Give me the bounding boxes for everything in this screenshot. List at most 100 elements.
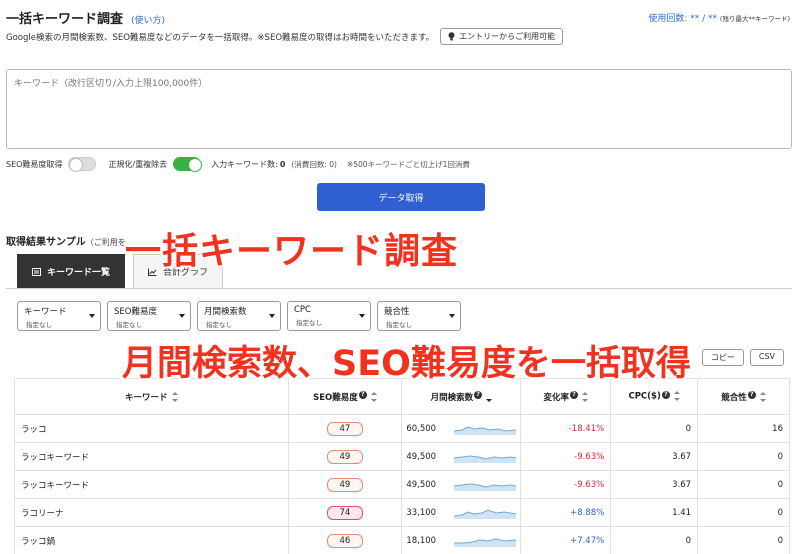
filter-sub: 指定なし (26, 321, 52, 329)
filter-seo[interactable]: SEO難易度 指定なし (107, 301, 191, 331)
seo-badge: 46 (326, 533, 363, 548)
description-row: Google検索の月間検索数、SEO難易度などのデータを一括取得。※SEO難易度… (6, 28, 564, 45)
chevron-down-icon (359, 314, 365, 318)
cell-volume: 49,500 (406, 479, 437, 490)
cell-cpc: 3.67 (610, 442, 699, 471)
sparkline (454, 454, 517, 463)
overlay-subline: 月間検索数、SEO難易度を一括取得 (122, 344, 691, 384)
usage-label: 使用回数: ** / ** (648, 14, 718, 24)
cell-cpc: 0 (610, 526, 699, 554)
keyword-input[interactable] (6, 69, 792, 149)
cell-competition: 0 (697, 526, 790, 554)
cell-cpc: 0 (610, 414, 699, 443)
cell-volume: 33,100 (406, 507, 437, 518)
consume-note: ※500キーワードごと切上げ1回消費 (346, 159, 470, 169)
seo-badge: 47 (326, 421, 363, 436)
tab-keyword-list[interactable]: キーワード一覧 (17, 254, 126, 288)
cell-keyword: ラッコ鍋 (14, 526, 289, 554)
cell-volume: 18,100 (406, 535, 437, 546)
entry-button[interactable]: エントリーからご利用可能 (440, 28, 564, 45)
lightbulb-icon (448, 32, 455, 41)
sort-icon (673, 391, 680, 402)
filter-row: キーワード 指定なし SEO難易度 指定なし 月間検索数 指定なし CPC 指定… (17, 301, 461, 331)
cell-keyword: ラコリーナ (14, 498, 289, 527)
input-count-label: 入力キーワード数: (211, 159, 278, 169)
filter-sub: 指定なし (296, 319, 322, 327)
get-data-button[interactable]: データ取得 (317, 183, 485, 211)
filter-label: SEO難易度 (114, 307, 157, 317)
filter-label: CPC (294, 305, 311, 315)
consume-label: (消費回数: 0) (291, 159, 337, 169)
cell-volume: 49,500 (406, 451, 437, 462)
description-text: Google検索の月間検索数、SEO難易度などのデータを一括取得。※SEO難易度… (6, 32, 435, 43)
table-row: ラコリーナ 74 33,100 +8.88% 1.41 0 (14, 498, 790, 527)
cell-competition: 0 (697, 470, 790, 499)
cell-competition: 0 (697, 498, 790, 527)
col-header-competition[interactable]: 競合性? (697, 378, 790, 415)
filter-label: 競合性 (384, 307, 410, 317)
table-tools: コピー CSV (701, 349, 784, 366)
filter-volume[interactable]: 月間検索数 指定なし (197, 301, 281, 331)
filter-keyword[interactable]: キーワード 指定なし (17, 301, 101, 331)
table-row: ラッコキーワード 49 49,500 -9.63% 3.67 0 (14, 470, 790, 499)
help-icon[interactable]: ? (474, 390, 483, 399)
cell-competition: 16 (697, 414, 790, 443)
filter-label: キーワード (24, 307, 67, 317)
filter-sub: 指定なし (116, 321, 142, 329)
results-table: キーワード SEO難易度? 月間検索数? 変化率? CPC($)? 競合性? ラ… (14, 378, 790, 554)
chevron-down-icon (179, 314, 185, 318)
filter-sub: 指定なし (206, 321, 232, 329)
usage-note: (残り最大**キーワード) (719, 15, 790, 23)
copy-button[interactable]: コピー (701, 349, 744, 366)
normalize-toggle-label: 正規化/重複除去 (108, 159, 168, 169)
list-icon (32, 267, 41, 276)
filter-sub: 指定なし (386, 321, 412, 329)
csv-button[interactable]: CSV (749, 349, 784, 366)
tab-divider (6, 288, 792, 289)
options-row: SEO難易度取得 正規化/重複除去 入力キーワード数: 0 (消費回数: 0) … (6, 157, 470, 172)
filter-cpc[interactable]: CPC 指定なし (287, 301, 371, 331)
filter-label: 月間検索数 (204, 307, 247, 317)
cell-change: +8.88% (520, 498, 612, 527)
cell-change: -9.63% (520, 470, 612, 499)
entry-button-label: エントリーからご利用可能 (459, 32, 556, 41)
howto-link[interactable]: (使い方) (131, 13, 165, 26)
overlay-headline: 一括キーワード調査 (125, 231, 459, 272)
help-icon[interactable]: ? (747, 390, 756, 399)
seo-toggle[interactable] (68, 157, 97, 172)
sort-icon (759, 392, 766, 402)
cell-change: -18.41% (520, 414, 612, 443)
sparkline (454, 537, 517, 547)
cell-keyword: ラッコ (14, 414, 289, 443)
sparkline (454, 425, 517, 435)
page-title: 一括キーワード調査 (6, 12, 124, 27)
normalize-toggle[interactable] (173, 157, 203, 172)
seo-toggle-label: SEO難易度取得 (6, 159, 63, 169)
sample-title-text: 取得結果サンプル (6, 237, 86, 248)
chevron-down-icon (89, 314, 95, 318)
tab-keyword-list-label: キーワード一覧 (47, 268, 111, 278)
help-icon[interactable]: ? (661, 391, 670, 400)
cell-cpc: 3.67 (610, 470, 699, 499)
cell-competition: 0 (697, 442, 790, 471)
help-icon[interactable]: ? (358, 390, 367, 399)
sort-icon (171, 392, 178, 402)
cell-change: -9.63% (520, 442, 612, 471)
chevron-down-icon (269, 314, 275, 318)
usage-counter: 使用回数: ** / ** (残り最大**キーワード) (648, 11, 790, 24)
cell-cpc: 1.41 (610, 498, 699, 527)
sort-desc-icon (486, 392, 493, 402)
table-row: ラッコ鍋 46 18,100 +7.47% 0 0 (14, 526, 790, 554)
chevron-down-icon (449, 314, 455, 318)
seo-badge: 49 (326, 449, 363, 464)
filter-competition[interactable]: 競合性 指定なし (377, 301, 461, 331)
cell-keyword: ラッコキーワード (14, 470, 289, 499)
cell-change: +7.47% (520, 526, 612, 554)
seo-badge: 49 (326, 477, 363, 492)
input-count-value: 0 (279, 159, 286, 169)
cell-keyword: ラッコキーワード (14, 442, 289, 471)
sort-icon (370, 392, 377, 402)
sample-title: 取得結果サンプル（ご利用を (6, 233, 126, 248)
help-icon[interactable]: ? (570, 390, 578, 399)
sparkline (454, 482, 517, 491)
